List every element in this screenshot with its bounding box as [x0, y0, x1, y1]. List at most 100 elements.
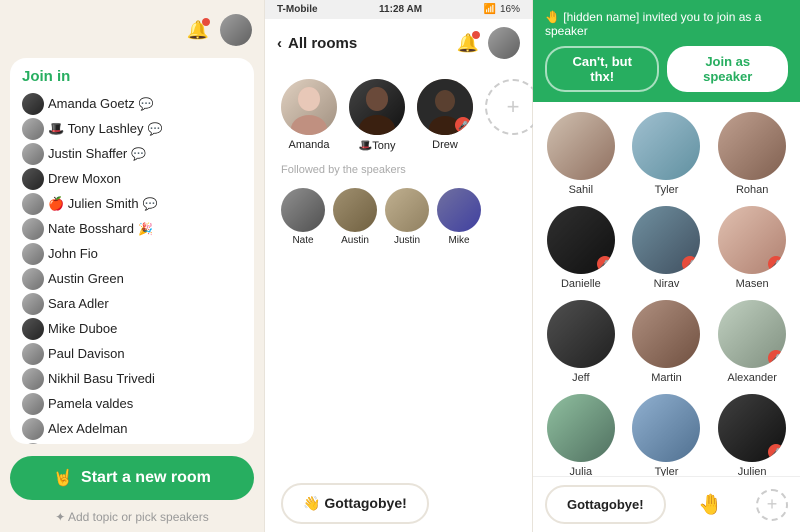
emoji: 🎉 [138, 222, 153, 236]
participant-name: Drew Moxon [48, 171, 121, 186]
audience-avatar [437, 188, 481, 232]
speaker-avatar [349, 79, 405, 135]
speaker-grid-avatar: 🎤 [718, 300, 786, 368]
status-bar: T-Mobile 11:28 AM 📶 16% [265, 0, 532, 19]
room-card: Join in Amanda Goetz 💬 🎩 Tony Lashley 💬 … [10, 58, 254, 444]
speaker-grid-item: 🎤 Masen [714, 206, 790, 290]
emoji: 💬 [131, 147, 146, 161]
list-item: Nate Bosshard 🎉 [22, 216, 242, 241]
audience-avatar [333, 188, 377, 232]
back-button[interactable]: ‹ All rooms [277, 35, 357, 52]
audience-item: Mike [437, 188, 481, 246]
speaker-grid-name: Rohan [736, 184, 768, 196]
audience-name: Austin [341, 235, 369, 246]
speaker-grid-avatar: 🎤 [718, 394, 786, 462]
list-item: Pamela valdes [22, 391, 242, 416]
speaker-grid-item: 🎤 Danielle [543, 206, 619, 290]
speaker-avatar: 🎤 [417, 79, 473, 135]
avatar [22, 218, 44, 240]
list-item: Canzhi Ye 💬 [22, 441, 242, 444]
notification-badge [202, 18, 210, 26]
gottagobye-button[interactable]: 👋 Gottagobye! [281, 483, 429, 524]
speaker-grid-item: Rohan [714, 112, 790, 196]
notification-bell-icon[interactable]: 🔔 [454, 29, 482, 57]
participant-name: Sara Adler [48, 296, 109, 311]
participant-name: Justin Shaffer [48, 146, 127, 161]
speaker-grid-item: Jeff [543, 300, 619, 384]
user-avatar[interactable] [488, 27, 520, 59]
followed-label: Followed by the speakers [265, 160, 532, 180]
user-avatar[interactable] [220, 14, 252, 46]
add-circle-button[interactable]: + [756, 489, 788, 521]
participant-name: Amanda Goetz [48, 96, 135, 111]
mic-off-badge: 🎤 [768, 256, 784, 272]
start-new-room-button[interactable]: 🤘 Start a new room [10, 456, 254, 500]
speaker-name: 🎩Tony [359, 139, 396, 152]
participant-name: 🎩 Tony Lashley [48, 121, 143, 137]
speaker-item: 🎤 Drew [417, 79, 473, 151]
cant-but-thanks-button[interactable]: Can't, but thx! [545, 46, 659, 92]
invite-text: 🤚 [hidden name] invited you to join as a… [545, 10, 788, 38]
start-room-emoji: 🤘 [53, 468, 73, 488]
avatar [22, 343, 44, 365]
audience-item: Justin [385, 188, 429, 246]
participant-name: John Fio [48, 246, 98, 261]
back-arrow-icon: ‹ [277, 35, 282, 52]
avatar [22, 418, 44, 440]
avatar [22, 318, 44, 340]
avatar [22, 143, 44, 165]
speaker-grid-item: 🎤 Nirav [629, 206, 705, 290]
audience-item: Austin [333, 188, 377, 246]
speaker-grid-avatar: 🎤 [632, 206, 700, 274]
speaker-grid-item: Tyler [629, 112, 705, 196]
panel-rooms-list: 🔔 Join in Amanda Goetz 💬 🎩 Tony Lashley … [0, 0, 265, 532]
bottom-bar: Gottagobye! 🤚 + [533, 476, 800, 532]
list-item: Drew Moxon [22, 166, 242, 191]
gottagobye-label: Gottagobye! [567, 497, 644, 512]
audience-avatar [281, 188, 325, 232]
list-item: 🍎 Julien Smith 💬 [22, 191, 242, 216]
join-as-speaker-button[interactable]: Join as speaker [667, 46, 788, 92]
speaker-grid-avatar: 🎤 [547, 206, 615, 274]
speaker-grid-avatar [632, 112, 700, 180]
audience-name: Nate [292, 235, 313, 246]
list-item: Mike Duboe [22, 316, 242, 341]
join-label: Join in [22, 68, 242, 85]
list-item: 🎩 Tony Lashley 💬 [22, 116, 242, 141]
avatar-image [488, 27, 520, 59]
speaker-grid-name: Martin [651, 372, 682, 384]
list-item: John Fio [22, 241, 242, 266]
all-rooms-header: ‹ All rooms 🔔 [265, 19, 532, 67]
audience-item: Nate [281, 188, 325, 246]
audience-name: Justin [394, 235, 420, 246]
avatar-image [220, 14, 252, 46]
notification-bell-icon[interactable]: 🔔 [184, 16, 212, 44]
list-item: Amanda Goetz 💬 [22, 91, 242, 116]
list-item: Alex Adelman [22, 416, 242, 441]
speakers-section: Amanda 🎩Tony 🎤 Drew [265, 67, 532, 160]
avatar [22, 443, 44, 445]
mic-off-badge: 🎤 [455, 117, 471, 133]
mic-off-badge: 🎤 [597, 256, 613, 272]
avatar [22, 193, 44, 215]
list-item: Nikhil Basu Trivedi [22, 366, 242, 391]
speaker-grid-name: Nirav [654, 278, 680, 290]
speaker-avatar [281, 79, 337, 135]
audience-name: Mike [448, 235, 469, 246]
participant-name: Pamela valdes [48, 396, 133, 411]
gottagobye-label: 👋 Gottagobye! [303, 495, 407, 512]
panel-left-header: 🔔 [0, 10, 264, 54]
speaker-item: Amanda [281, 79, 337, 151]
emoji: 💬 [143, 197, 158, 211]
mic-off-badge: 🎤 [682, 256, 698, 272]
speaker-grid-avatar [718, 112, 786, 180]
participant-name: Nate Bosshard [48, 221, 134, 236]
add-topic-hint[interactable]: ✦ Add topic or pick speakers [0, 506, 264, 532]
speaker-grid-name: Tyler [655, 184, 679, 196]
list-item: Justin Shaffer 💬 [22, 141, 242, 166]
gottagobye-button-right[interactable]: Gottagobye! [545, 485, 666, 524]
panel-all-rooms: T-Mobile 11:28 AM 📶 16% ‹ All rooms 🔔 [265, 0, 533, 532]
speaker-grid-item: Julia [543, 394, 619, 476]
speaker-grid-item: Tyler [629, 394, 705, 476]
speaker-grid-avatar: 🎤 [718, 206, 786, 274]
